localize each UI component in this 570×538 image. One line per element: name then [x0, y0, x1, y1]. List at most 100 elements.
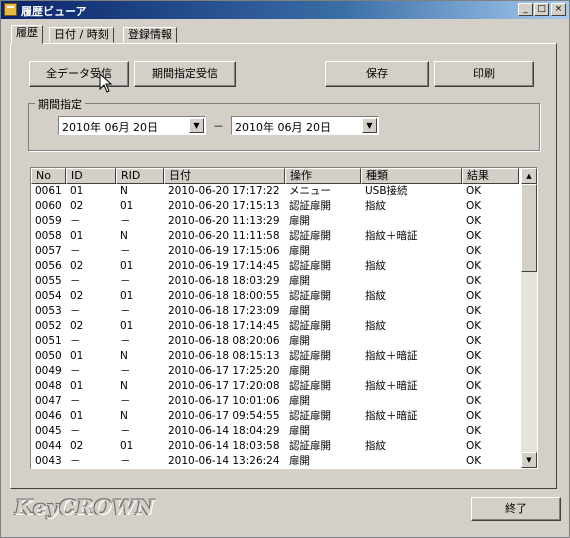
cell-date: 2010-06-14 13:26:24	[168, 455, 280, 467]
cell-date: 2010-06-20 17:15:13	[168, 200, 280, 212]
tab-registration-info[interactable]: 登録情報	[123, 27, 177, 43]
table-row[interactable]: 0053 － － 2010-06-18 17:23:09 扉開 OK	[31, 304, 519, 319]
minimize-button[interactable]: _	[518, 3, 533, 16]
cell-date: 2010-06-20 11:13:29	[168, 215, 280, 227]
scroll-thumb[interactable]	[521, 184, 537, 272]
cell-rid: N	[120, 185, 128, 197]
period-label: 期間指定	[35, 96, 85, 112]
cell-no: 0044	[35, 440, 62, 452]
cell-rid: －	[120, 305, 131, 317]
cell-type: 指紋	[365, 290, 386, 302]
cell-date: 2010-06-14 18:03:58	[168, 440, 280, 452]
cell-rid: －	[120, 395, 131, 407]
print-button[interactable]: 印刷	[434, 61, 534, 87]
cell-no: 0052	[35, 320, 62, 332]
history-table[interactable]: No ID RID 日付 操作 種類 結果 0061 01 N 2010-06-20 …	[30, 167, 538, 469]
column-header-rid[interactable]: RID	[116, 168, 164, 184]
column-header-result[interactable]: 結果	[462, 168, 519, 184]
table-row[interactable]: 0047 － － 2010-06-17 10:01:06 扉開 OK	[31, 394, 519, 409]
cell-result: OK	[466, 230, 482, 242]
cell-id: 02	[70, 290, 84, 302]
cell-operation: 扉開	[289, 215, 310, 227]
cell-id: 01	[70, 230, 84, 242]
table-row[interactable]: 0057 － － 2010-06-19 17:15:06 扉開 OK	[31, 244, 519, 259]
table-row[interactable]: 0055 － － 2010-06-18 18:03:29 扉開 OK	[31, 274, 519, 289]
table-header: No ID RID 日付 操作 種類 結果	[31, 168, 519, 184]
cell-id: －	[70, 275, 81, 287]
cell-date: 2010-06-19 17:15:06	[168, 245, 280, 257]
table-row[interactable]: 0056 02 01 2010-06-19 17:14:45 認証扉開 指紋 OK	[31, 259, 519, 274]
minimize-icon: _	[523, 4, 528, 14]
chevron-down-icon: ▼	[193, 121, 200, 130]
table-row[interactable]: 0049 － － 2010-06-17 17:25:20 扉開 OK	[31, 364, 519, 379]
title-bar[interactable]: 履歴ビューア _ □ ×	[1, 1, 569, 19]
dropdown-button[interactable]: ▼	[362, 118, 377, 133]
table-row[interactable]: 0059 － － 2010-06-20 11:13:29 扉開 OK	[31, 214, 519, 229]
cell-id: －	[70, 305, 81, 317]
table-row[interactable]: 0050 01 N 2010-06-18 08:15:13 認証扉開 指紋＋暗証 OK	[31, 349, 519, 364]
cell-type	[361, 244, 462, 259]
cell-rid: －	[120, 215, 131, 227]
column-header-type[interactable]: 種類	[361, 168, 462, 184]
column-header-operation[interactable]: 操作	[285, 168, 361, 184]
cell-operation: 扉開	[289, 455, 310, 467]
cell-type	[361, 424, 462, 439]
table-row[interactable]: 0052 02 01 2010-06-18 17:14:45 認証扉開 指紋 OK	[31, 319, 519, 334]
close-button[interactable]: ×	[551, 3, 566, 16]
table-row[interactable]: 0046 01 N 2010-06-17 09:54:55 認証扉開 指紋＋暗証 OK	[31, 409, 519, 424]
cell-operation: 認証扉開	[289, 380, 331, 392]
cell-result: OK	[466, 380, 482, 392]
cell-result: OK	[466, 290, 482, 302]
cell-operation: 扉開	[289, 245, 310, 257]
table-row[interactable]: 0051 － － 2010-06-18 08:20:06 扉開 OK	[31, 334, 519, 349]
cell-operation: 認証扉開	[289, 320, 331, 332]
cell-no: 0055	[35, 275, 62, 287]
column-header-id[interactable]: ID	[66, 168, 116, 184]
cell-type: 指紋＋暗証	[365, 380, 418, 392]
cell-date: 2010-06-20 11:11:58	[168, 230, 280, 242]
table-row[interactable]: 0044 02 01 2010-06-14 18:03:58 認証扉開 指紋 OK	[31, 439, 519, 454]
date-from-select[interactable]: 2010年 06月 20日 ▼	[58, 116, 206, 135]
exit-button[interactable]: 終了	[471, 497, 561, 521]
table-row[interactable]: 0061 01 N 2010-06-20 17:17:22 メニュー USB接続 OK	[31, 184, 519, 199]
cell-no: 0048	[35, 380, 62, 392]
cell-id: －	[70, 245, 81, 257]
table-row[interactable]: 0060 02 01 2010-06-20 17:15:13 認証扉開 指紋 OK	[31, 199, 519, 214]
cell-date: 2010-06-20 17:17:22	[168, 185, 280, 197]
cell-operation: 認証扉開	[289, 260, 331, 272]
tab-date-time[interactable]: 日付 / 時刻	[49, 27, 114, 43]
table-row[interactable]: 0043 － － 2010-06-14 13:26:24 扉開 OK	[31, 454, 519, 468]
cell-date: 2010-06-17 17:20:08	[168, 380, 280, 392]
table-row[interactable]: 0058 01 N 2010-06-20 11:11:58 認証扉開 指紋＋暗証 OK	[31, 229, 519, 244]
dropdown-button[interactable]: ▼	[189, 118, 204, 133]
table-row[interactable]: 0048 01 N 2010-06-17 17:20:08 認証扉開 指紋＋暗証 OK	[31, 379, 519, 394]
column-header-date[interactable]: 日付	[164, 168, 285, 184]
cell-result: OK	[466, 320, 482, 332]
history-viewer-window: 履歴ビューア _ □ × 履歴 日付 / 時刻 登録情報 全データ受信 期間指定…	[0, 0, 570, 538]
date-to-select[interactable]: 2010年 06月 20日 ▼	[231, 116, 379, 135]
cell-result: OK	[466, 185, 482, 197]
date-from-value: 2010年 06月 20日	[62, 121, 158, 134]
arrow-up-icon: ▲	[526, 172, 532, 180]
table-row[interactable]: 0054 02 01 2010-06-18 18:00:55 認証扉開 指紋 OK	[31, 289, 519, 304]
save-button[interactable]: 保存	[325, 61, 429, 87]
scroll-up-button[interactable]: ▲	[521, 168, 537, 184]
cell-rid: －	[120, 275, 131, 287]
cell-rid: N	[120, 380, 128, 392]
vertical-scrollbar[interactable]: ▲ ▼	[521, 168, 537, 468]
cell-operation: 認証扉開	[289, 440, 331, 452]
maximize-button[interactable]: □	[534, 3, 549, 16]
cell-operation: 扉開	[289, 365, 310, 377]
cell-operation: 認証扉開	[289, 410, 331, 422]
cell-operation: 認証扉開	[289, 230, 331, 242]
keycrown-logo: KeyCROWN	[15, 495, 155, 519]
column-header-no[interactable]: No	[31, 168, 66, 184]
cell-id: －	[70, 335, 81, 347]
table-row[interactable]: 0045 － － 2010-06-14 18:04:29 扉開 OK	[31, 424, 519, 439]
tab-history[interactable]: 履歴	[11, 25, 43, 44]
receive-period-button[interactable]: 期間指定受信	[134, 61, 236, 87]
cell-no: 0059	[35, 215, 62, 227]
receive-all-button[interactable]: 全データ受信	[29, 61, 129, 87]
scroll-down-button[interactable]: ▼	[521, 452, 537, 468]
cell-rid: 01	[120, 440, 134, 452]
